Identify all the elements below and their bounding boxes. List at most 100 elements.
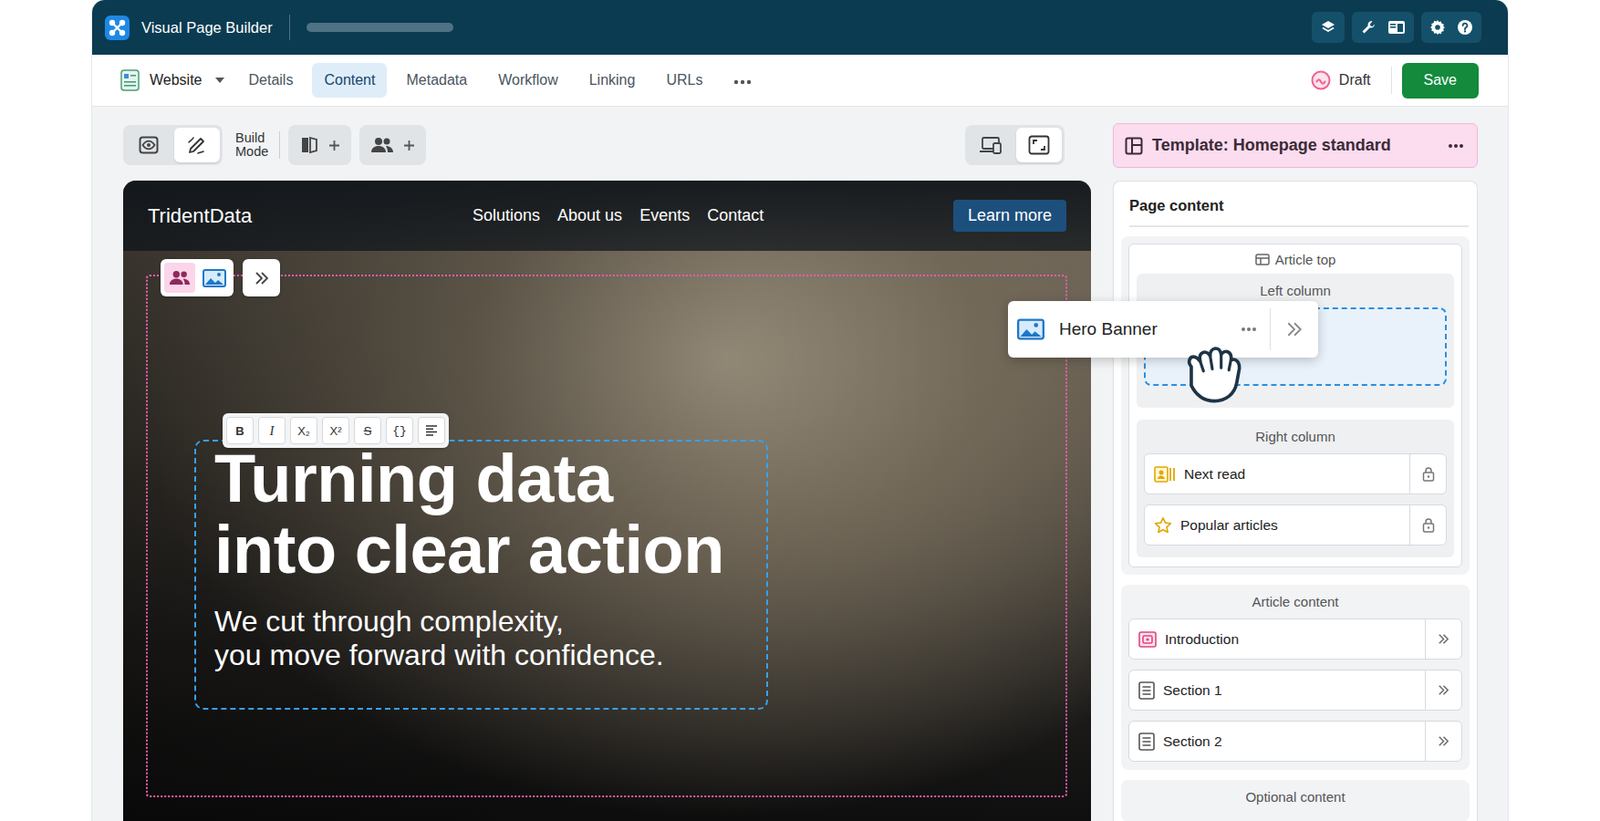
content-item[interactable]: Next read	[1143, 453, 1447, 495]
item-label[interactable]: Popular articles	[1180, 517, 1278, 534]
headline-line[interactable]: Turning data	[214, 443, 767, 515]
subscript-button[interactable]: X₂	[290, 416, 318, 445]
audience-button[interactable]	[164, 262, 196, 293]
content-item[interactable]: Section 2	[1128, 720, 1463, 762]
lock-indicator	[1409, 454, 1446, 494]
gear-icon	[1429, 19, 1446, 36]
more-icon[interactable]	[1240, 326, 1258, 333]
item-label[interactable]: Section 2	[1163, 733, 1223, 750]
layers-button[interactable]	[1311, 11, 1345, 43]
more-button[interactable]	[721, 62, 764, 98]
content-item[interactable]: Section 1	[1128, 669, 1463, 711]
nav-link[interactable]: Contact	[706, 206, 764, 226]
tab[interactable]: Details	[237, 62, 306, 98]
caret-icon	[215, 77, 225, 84]
nav-link[interactable]: About us	[557, 206, 623, 226]
fullscreen-button[interactable]	[1016, 127, 1062, 163]
site-selector[interactable]: Website	[120, 69, 225, 92]
subheadline-line[interactable]: you move forward with confidence.	[214, 638, 767, 673]
text-block[interactable]: Turning datainto clear action We cut thro…	[194, 439, 769, 710]
item-label[interactable]: Section 1	[1163, 682, 1223, 699]
learn-more-button[interactable]: Learn more	[953, 199, 1067, 232]
image-button[interactable]	[198, 262, 230, 293]
dragged-component[interactable]: Hero Banner	[1007, 301, 1319, 358]
star-icon	[1153, 516, 1173, 535]
headline-line[interactable]: into clear action	[214, 514, 767, 586]
responsive-button[interactable]	[967, 127, 1014, 163]
column: Right columnNext readPopular articles	[1136, 419, 1455, 558]
item-list: Introduction Section 1 Section 2	[1128, 618, 1463, 762]
grab-cursor-icon	[1176, 330, 1248, 404]
item-body: Introduction	[1129, 619, 1425, 659]
align-button[interactable]	[417, 416, 446, 445]
tab-list: DetailsContentMetadataWorkflowLinkingURL…	[237, 62, 765, 98]
component-label[interactable]: Hero Banner	[1059, 319, 1158, 340]
status-label: Draft	[1339, 72, 1372, 89]
code-button[interactable]: {}	[385, 416, 414, 445]
nav-link[interactable]: Solutions	[472, 206, 541, 226]
save-button[interactable]: Save	[1402, 62, 1479, 99]
content-group: Optional content	[1121, 779, 1470, 821]
wrench-icon	[1360, 19, 1377, 36]
content-item[interactable]: Introduction	[1128, 618, 1463, 660]
more-icon[interactable]	[1447, 143, 1465, 149]
app-title: Visual Page Builder	[141, 19, 273, 37]
expand-button[interactable]	[1270, 322, 1319, 337]
item-label[interactable]: Introduction	[1164, 631, 1239, 648]
brand-logo[interactable]: TridentData	[147, 204, 473, 229]
tab[interactable]: Metadata	[394, 62, 479, 98]
content-item[interactable]: Popular articles	[1143, 504, 1447, 546]
group-title: Article content	[1128, 584, 1463, 619]
divider	[289, 14, 291, 41]
next-read-icon	[1153, 466, 1176, 483]
site-name[interactable]: Website	[149, 72, 203, 89]
nav-link[interactable]: Events	[639, 206, 690, 226]
italic-button[interactable]: I	[258, 416, 286, 445]
divider	[1269, 308, 1271, 351]
item-body: Section 1	[1129, 670, 1425, 710]
section-icon	[1138, 732, 1155, 751]
header-actions: Draft Save	[1310, 62, 1479, 99]
expand-button[interactable]	[1424, 619, 1462, 659]
group-box: Article topLeft columnRight columnNext r…	[1128, 243, 1463, 568]
template-header[interactable]: Template: Homepage standard	[1112, 123, 1478, 168]
tools-group[interactable]	[1351, 11, 1414, 43]
tab[interactable]: Content	[311, 62, 387, 98]
expand-button[interactable]	[1424, 670, 1462, 710]
divider	[1391, 66, 1393, 94]
content-group: Article topLeft columnRight columnNext r…	[1121, 236, 1470, 575]
more-dots-icon	[733, 79, 752, 85]
item-label[interactable]: Next read	[1184, 466, 1246, 483]
strike-button[interactable]: S	[353, 416, 382, 445]
chevrons-icon	[1437, 633, 1450, 645]
intro-icon	[1138, 631, 1157, 648]
add-layout-button[interactable]	[288, 124, 352, 166]
tab[interactable]: Linking	[577, 62, 648, 98]
tab[interactable]: Workflow	[486, 62, 571, 98]
group-title: Optional content	[1128, 779, 1463, 814]
top-bar: Visual Page Builder	[92, 0, 1508, 55]
superscript-button[interactable]: X²	[322, 416, 350, 445]
component-chip[interactable]	[160, 259, 234, 297]
chevrons-icon	[254, 271, 270, 285]
group-title-text: Article top	[1275, 251, 1337, 268]
lock-indicator	[1409, 505, 1446, 545]
panel-icon	[1387, 19, 1406, 36]
preview-button[interactable]	[125, 127, 172, 163]
build-button[interactable]	[174, 127, 220, 163]
expand-button[interactable]	[1424, 721, 1462, 761]
settings-group[interactable]	[1421, 11, 1482, 43]
expand-button[interactable]	[242, 259, 281, 297]
top-tools	[1311, 11, 1482, 43]
page-content-card: Page contentArticle topLeft columnRight …	[1112, 180, 1478, 821]
add-audience-button[interactable]	[359, 124, 426, 166]
plus-icon	[328, 139, 341, 152]
lock-icon	[1422, 517, 1435, 533]
tab[interactable]: URLs	[654, 62, 715, 98]
content-panel: Template: Homepage standard Page contentA…	[1112, 106, 1478, 821]
bold-button[interactable]: B	[226, 416, 254, 445]
breadcrumb-placeholder	[306, 22, 454, 32]
subheadline-line[interactable]: We cut through complexity,	[214, 604, 767, 639]
eye-icon	[138, 135, 159, 155]
subheadline: We cut through complexity,you move forwa…	[214, 604, 767, 673]
